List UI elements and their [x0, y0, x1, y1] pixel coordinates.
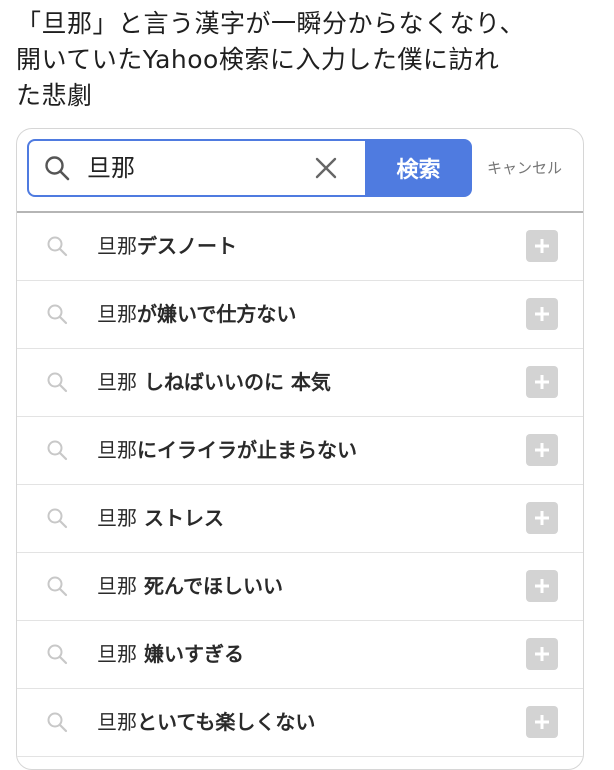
tweet-caption: 「旦那」と言う漢字が一瞬分からなくなり、 開いていたYahoo検索に入力した僕に…	[16, 6, 602, 114]
suggestion-text: 旦那 嫌いすぎる	[97, 639, 244, 669]
suggestion-completion: デスノート	[137, 234, 237, 258]
suggestion-item[interactable]: 旦那デスノート	[17, 213, 583, 281]
suggestion-completion: しねばいいのに 本気	[137, 370, 331, 394]
suggestion-item[interactable]: 旦那といても楽しくない	[17, 689, 583, 757]
suggestion-text: 旦那デスノート	[97, 231, 237, 261]
suggestion-item[interactable]: 旦那 ストレス	[17, 485, 583, 553]
suggestion-text: 旦那 死んでほしいい	[97, 571, 283, 601]
plus-icon[interactable]	[526, 706, 558, 738]
plus-icon[interactable]	[526, 502, 558, 534]
suggestion-text: 旦那が嫌いで仕方ない	[97, 299, 296, 329]
suggestion-keyword: 旦那	[97, 302, 137, 326]
suggestion-completion: 嫌いすぎる	[137, 642, 244, 666]
search-icon	[45, 506, 69, 530]
search-icon	[45, 370, 69, 394]
search-icon	[43, 154, 71, 182]
search-icon	[45, 710, 69, 734]
search-query-text: 旦那	[87, 154, 135, 182]
search-icon	[45, 642, 69, 666]
search-icon	[45, 574, 69, 598]
suggestion-list: 旦那デスノート 旦那が嫌いで仕方ない 旦那 しねばいいのに 本気 旦那にイライラ…	[17, 213, 583, 757]
plus-icon[interactable]	[526, 366, 558, 398]
search-icon	[45, 234, 69, 258]
search-screenshot-card: 旦那 検索 キャンセル 旦那デスノート 旦那が嫌いで仕方ない 旦那 しねばいいの…	[16, 128, 584, 770]
plus-icon[interactable]	[526, 638, 558, 670]
suggestion-completion: ストレス	[137, 506, 224, 530]
plus-icon[interactable]	[526, 434, 558, 466]
caption-line-1: 「旦那」と言う漢字が一瞬分からなくなり、	[16, 9, 526, 38]
suggestion-item[interactable]: 旦那 しねばいいのに 本気	[17, 349, 583, 417]
cancel-button[interactable]: キャンセル	[487, 157, 562, 178]
suggestion-keyword: 旦那	[97, 438, 137, 462]
suggestion-keyword: 旦那	[97, 642, 137, 666]
caption-line-3: た悲劇	[16, 81, 93, 110]
suggestion-text: 旦那といても楽しくない	[97, 707, 315, 737]
suggestion-item[interactable]: 旦那 死んでほしいい	[17, 553, 583, 621]
suggestion-keyword: 旦那	[97, 234, 137, 258]
suggestion-completion: といても楽しくない	[137, 710, 316, 734]
suggestion-completion: 死んでほしいい	[137, 574, 283, 598]
suggestion-item[interactable]: 旦那にイライラが止まらない	[17, 417, 583, 485]
suggestion-keyword: 旦那	[97, 506, 137, 530]
search-icon	[45, 438, 69, 462]
suggestion-item[interactable]: 旦那が嫌いで仕方ない	[17, 281, 583, 349]
suggestion-item[interactable]: 旦那 嫌いすぎる	[17, 621, 583, 689]
search-icon	[45, 302, 69, 326]
suggestion-text: 旦那 ストレス	[97, 503, 224, 533]
plus-icon[interactable]	[526, 230, 558, 262]
suggestion-keyword: 旦那	[97, 710, 137, 734]
search-button[interactable]: 検索	[365, 139, 472, 197]
plus-icon[interactable]	[526, 298, 558, 330]
plus-icon[interactable]	[526, 570, 558, 602]
suggestion-keyword: 旦那	[97, 370, 137, 394]
suggestion-keyword: 旦那	[97, 574, 137, 598]
search-input[interactable]: 旦那	[27, 139, 365, 197]
suggestion-text: 旦那 しねばいいのに 本気	[97, 367, 331, 397]
caption-line-2: 開いていたYahoo検索に入力した僕に訪れ	[16, 45, 500, 74]
suggestion-completion: が嫌いで仕方ない	[137, 302, 297, 326]
suggestion-text: 旦那にイライラが止まらない	[97, 435, 357, 465]
search-bar: 旦那 検索 キャンセル	[17, 129, 583, 211]
suggestion-completion: にイライラが止まらない	[137, 438, 357, 462]
close-icon[interactable]	[313, 155, 339, 181]
